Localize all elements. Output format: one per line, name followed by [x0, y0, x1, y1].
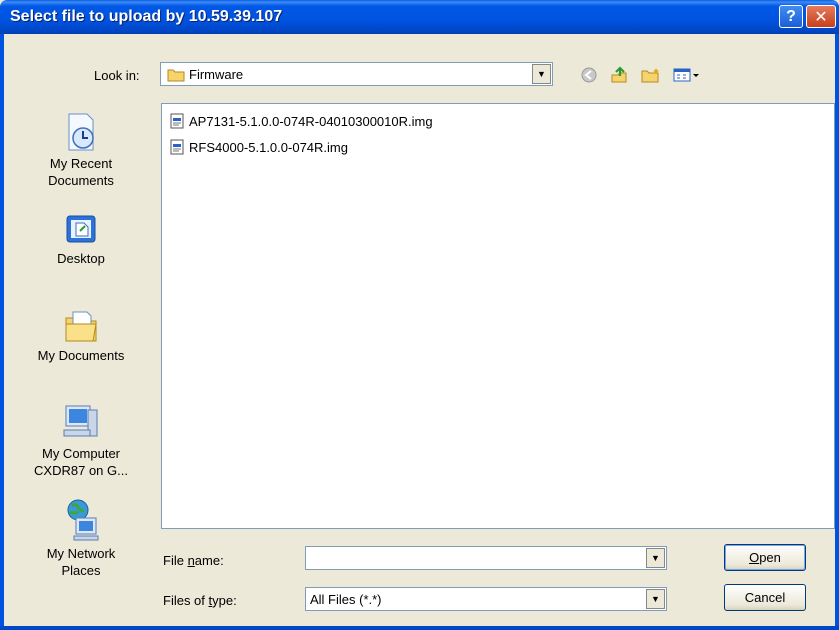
chevron-down-icon[interactable]: ▼: [646, 589, 665, 609]
look-in-dropdown[interactable]: Firmware ▼: [160, 62, 553, 86]
up-one-level-button[interactable]: [608, 65, 630, 85]
file-type-value: All Files (*.*): [310, 592, 382, 607]
close-button[interactable]: ✕: [806, 5, 836, 28]
new-folder-icon: [641, 68, 659, 83]
window-frame-right: [835, 34, 839, 630]
window-frame-bottom: [0, 626, 839, 630]
up-folder-icon: [611, 66, 627, 83]
cancel-button[interactable]: Cancel: [724, 584, 806, 611]
views-icon: [673, 68, 699, 82]
recent-documents-icon: [68, 113, 94, 151]
my-documents-icon: [65, 311, 97, 342]
folder-icon: [167, 69, 185, 82]
help-button[interactable]: ?: [779, 5, 803, 28]
chevron-down-icon[interactable]: ▼: [646, 548, 665, 568]
look-in-label: Look in:: [94, 68, 140, 83]
place-label: My Network Places: [46, 546, 116, 578]
file-type-select[interactable]: All Files (*.*) ▼: [305, 587, 667, 611]
list-item[interactable]: AP7131-5.1.0.0-074R-04010300010R.img: [169, 112, 433, 130]
file-img-icon: [170, 139, 184, 155]
desktop-icon: [66, 215, 96, 243]
views-menu-button[interactable]: [672, 65, 702, 85]
window-title: Select file to upload by 10.59.39.107: [10, 8, 283, 25]
back-arrow-icon: [581, 67, 597, 83]
close-icon: ✕: [814, 8, 828, 26]
file-name-input[interactable]: ▼: [305, 546, 667, 570]
chevron-down-icon[interactable]: ▼: [532, 64, 551, 84]
look-in-value: Firmware: [189, 67, 244, 82]
file-type-label: Files of type:: [163, 593, 237, 608]
file-name-label: File name:: [163, 553, 224, 568]
file-img-icon: [170, 113, 184, 129]
places-my-computer[interactable]: My Computer CXDR87 on G...: [26, 402, 136, 479]
back-button[interactable]: [578, 65, 600, 85]
places-recent-documents[interactable]: My Recent Documents: [26, 112, 136, 189]
places-my-documents[interactable]: My Documents: [26, 308, 136, 364]
file-list[interactable]: AP7131-5.1.0.0-074R-04010300010R.img RFS…: [161, 103, 835, 529]
place-label: My Recent Documents: [48, 156, 114, 188]
help-icon: ?: [786, 7, 796, 25]
title-bar[interactable]: Select file to upload by 10.59.39.107 ? …: [0, 0, 839, 34]
place-label: My Documents: [37, 348, 125, 363]
window-frame-left: [0, 34, 4, 630]
places-desktop[interactable]: Desktop: [26, 213, 136, 267]
list-item[interactable]: RFS4000-5.1.0.0-074R.img: [169, 138, 348, 156]
file-name: RFS4000-5.1.0.0-074R.img: [189, 139, 348, 155]
place-label: Desktop: [57, 251, 105, 266]
open-button[interactable]: Open: [724, 544, 806, 571]
network-places-icon: [67, 499, 99, 541]
place-label: My Computer CXDR87 on G...: [34, 446, 128, 478]
my-computer-icon: [63, 405, 98, 437]
file-name: AP7131-5.1.0.0-074R-04010300010R.img: [189, 113, 433, 129]
places-my-network[interactable]: My Network Places: [26, 498, 136, 579]
new-folder-button[interactable]: [640, 65, 662, 85]
